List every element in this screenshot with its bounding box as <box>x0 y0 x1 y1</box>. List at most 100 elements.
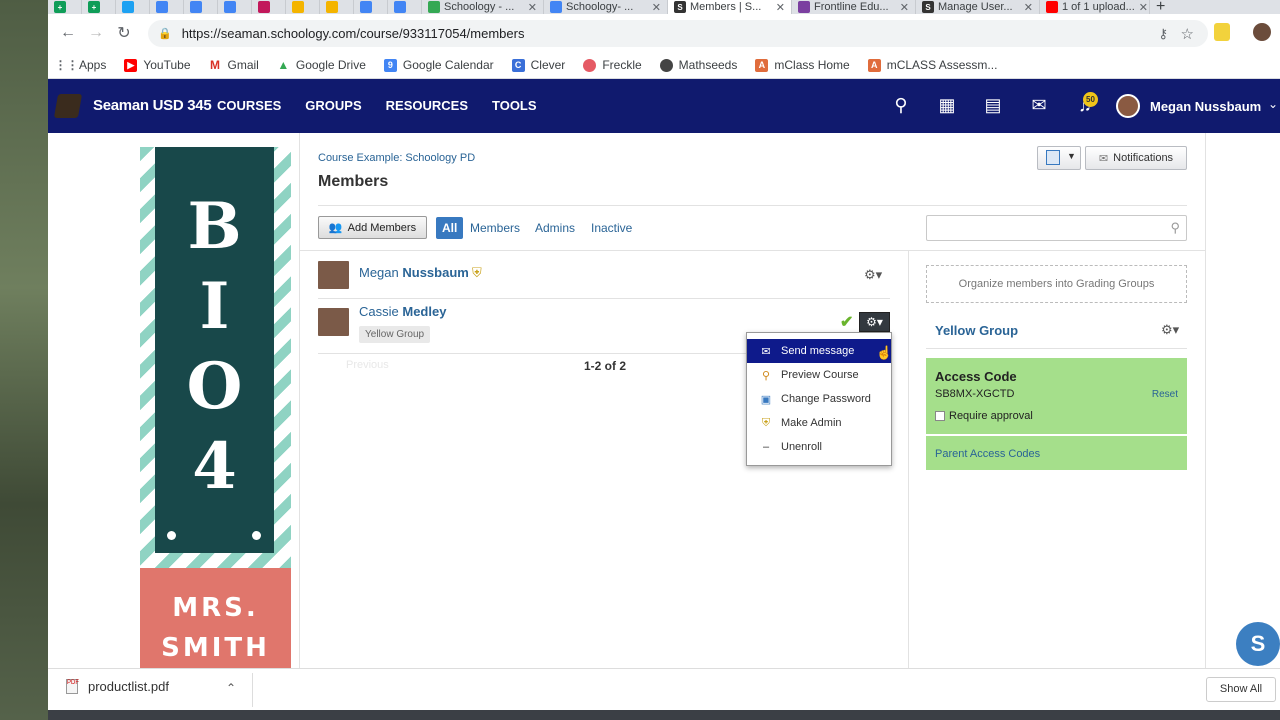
bookmark-label: Gmail <box>227 58 259 72</box>
menu-unenroll[interactable]: – Unenroll <box>747 435 891 459</box>
tab-13[interactable]: Schoology- ... ✕ <box>544 0 668 14</box>
tab-strip: + + Schoology - ... ✕ Schoology- ... ✕ S Me… <box>48 0 1280 14</box>
extension-icon[interactable] <box>1214 23 1230 41</box>
tab-10[interactable] <box>354 0 388 14</box>
close-icon[interactable]: ✕ <box>900 1 909 14</box>
tab-3[interactable] <box>116 0 150 14</box>
tab-12[interactable]: Schoology - ... ✕ <box>422 0 544 14</box>
grading-group-name[interactable]: Yellow Group <box>935 323 1018 338</box>
bookmark-label: Mathseeds <box>678 58 738 72</box>
add-members-button[interactable]: 👥 Add Members <box>318 216 427 239</box>
close-icon[interactable]: ✕ <box>528 1 537 14</box>
bookmark-label: mClass Home <box>774 58 850 72</box>
menu-make-admin[interactable]: ⛨ Make Admin <box>747 411 891 435</box>
filter-all[interactable]: All <box>436 217 464 239</box>
forward-icon[interactable]: → <box>82 24 110 42</box>
member-name-1[interactable]: Megan Nussbaum <box>359 265 469 280</box>
back-icon[interactable]: ← <box>54 24 82 42</box>
menu-change-password[interactable]: ▣ Change Password <box>747 387 891 411</box>
docs-icon <box>360 1 372 13</box>
close-icon[interactable]: ✕ <box>776 1 785 14</box>
chevron-down-icon[interactable]: ⌄ <box>1268 97 1278 111</box>
avatar[interactable] <box>1116 94 1140 118</box>
bookmark-mclass-home[interactable]: AmClass Home <box>755 58 850 72</box>
avatar[interactable] <box>318 261 349 289</box>
minus-icon: – <box>762 441 770 453</box>
reset-link[interactable]: Reset <box>1152 389 1178 400</box>
envelope-icon: ✉ <box>761 345 771 358</box>
tab-2[interactable]: + <box>82 0 116 14</box>
access-code-value: SB8MX-XGCTD <box>935 388 1015 400</box>
calendar-icon[interactable]: ▤ <box>970 95 1016 116</box>
schoology-help-button[interactable]: S <box>1236 622 1280 666</box>
filter-inactive[interactable]: Inactive <box>591 217 632 239</box>
gear-icon[interactable]: ⚙▾ <box>864 267 882 283</box>
pager-previous[interactable]: Previous <box>346 359 389 371</box>
tab-8[interactable] <box>286 0 320 14</box>
tab-15[interactable]: Frontline Edu... ✕ <box>792 0 916 14</box>
tab-17[interactable]: 1 of 1 upload... ✕ <box>1040 0 1150 14</box>
apps-grid-icon[interactable]: ▦ <box>924 95 970 116</box>
tab-11[interactable] <box>388 0 422 14</box>
nav-groups[interactable]: GROUPS <box>305 98 361 113</box>
avatar[interactable] <box>318 308 349 336</box>
bookmark-freckle[interactable]: Freckle <box>583 58 642 72</box>
bookmark-mclass-assess[interactable]: AmCLASS Assessm... <box>867 58 997 72</box>
mail-icon[interactable]: ✉ <box>1016 95 1062 116</box>
chevron-up-icon[interactable]: ⌃ <box>226 681 236 695</box>
nav-courses[interactable]: COURSES <box>217 98 281 113</box>
filter-admins[interactable]: Admins <box>535 217 575 239</box>
download-item[interactable]: PDF productlist.pdf <box>66 679 169 694</box>
search-input[interactable]: ⚲ <box>926 215 1187 241</box>
district-logo[interactable] <box>53 94 83 118</box>
tab-7[interactable] <box>252 0 286 14</box>
tab-4[interactable] <box>150 0 184 14</box>
bookmark-apps[interactable]: ⋮⋮ Apps <box>55 58 107 72</box>
pager-count: 1-2 of 2 <box>584 359 627 373</box>
nav-tools[interactable]: TOOLS <box>492 98 537 113</box>
bookmark-drive[interactable]: ▲ Google Drive <box>277 58 365 72</box>
tab-5[interactable] <box>184 0 218 14</box>
bookmark-gmail[interactable]: M Gmail <box>209 58 259 72</box>
user-name[interactable]: Megan Nussbaum <box>1150 99 1261 114</box>
member-name-2[interactable]: Cassie Medley <box>359 304 446 319</box>
tab-6[interactable] <box>218 0 252 14</box>
view-toggle-button[interactable]: ▼ <box>1037 146 1081 170</box>
url-field[interactable]: 🔒 https://seaman.schoology.com/course/93… <box>148 20 1208 47</box>
organize-grading-groups[interactable]: Organize members into Grading Groups <box>926 265 1187 303</box>
search-icon[interactable]: ⚲ <box>878 95 924 116</box>
menu-send-message[interactable]: ✉ Send message <box>747 339 891 363</box>
filter-members[interactable]: Members <box>470 217 520 239</box>
require-approval-checkbox[interactable] <box>935 411 945 421</box>
page-title: Members <box>318 173 389 190</box>
tab-members[interactable]: S Members | S... ✕ <box>668 0 792 14</box>
member-actions-button[interactable]: ⚙▾ <box>859 312 890 332</box>
profile-avatar[interactable] <box>1253 23 1271 41</box>
parent-access-codes-link[interactable]: Parent Access Codes <box>935 448 1040 460</box>
close-icon[interactable]: ✕ <box>652 1 661 14</box>
close-icon[interactable]: ✕ <box>1139 1 1148 14</box>
brand-name[interactable]: Seaman USD 345 <box>93 97 212 114</box>
new-tab-button[interactable]: + <box>1150 0 1190 14</box>
nav-resources[interactable]: RESOURCES <box>386 98 468 113</box>
key-icon[interactable]: ⚷ <box>1158 26 1168 42</box>
star-icon[interactable]: ☆ <box>1181 25 1194 43</box>
breadcrumb[interactable]: Course Example: Schoology PD <box>318 152 475 164</box>
menu-preview-course[interactable]: ⚲ Preview Course <box>747 363 891 387</box>
divider <box>1205 133 1206 668</box>
reload-icon[interactable]: ↻ <box>110 23 138 43</box>
bookmark-youtube[interactable]: ▶ YouTube <box>124 58 191 72</box>
tab-1[interactable]: + <box>48 0 82 14</box>
notifications-button[interactable]: ✉ Notifications <box>1085 146 1187 170</box>
close-icon[interactable]: ✕ <box>1024 1 1033 14</box>
tab-title: Schoology - ... <box>444 1 515 13</box>
show-all-button[interactable]: Show All <box>1206 677 1276 702</box>
schoology-icon: S <box>922 1 934 13</box>
bookmark-mathseeds[interactable]: Mathseeds <box>659 58 738 72</box>
bookmark-clever[interactable]: C Clever <box>511 58 565 72</box>
bookmark-calendar[interactable]: 9 Google Calendar <box>383 58 494 72</box>
tab-16[interactable]: S Manage User... ✕ <box>916 0 1040 14</box>
tab-9[interactable] <box>320 0 354 14</box>
divider <box>252 673 253 707</box>
gear-icon[interactable]: ⚙▾ <box>1161 322 1179 338</box>
